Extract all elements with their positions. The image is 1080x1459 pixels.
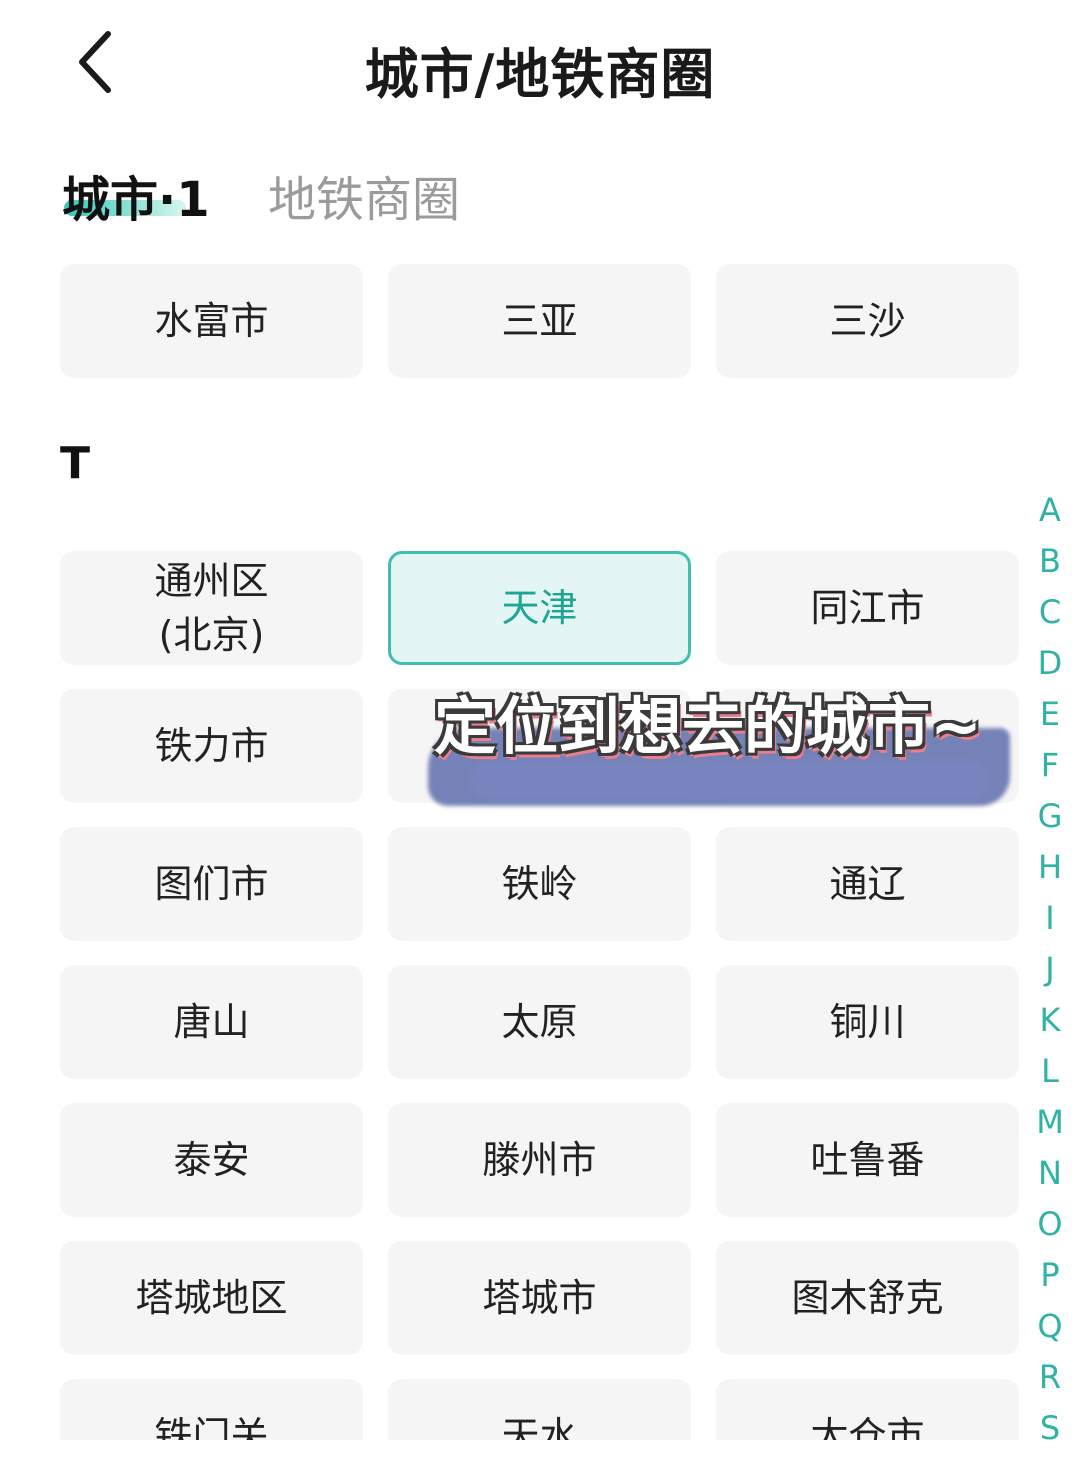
page-title: 城市/地铁商圈: [364, 43, 716, 106]
index-letter[interactable]: F: [1041, 745, 1059, 796]
index-letter[interactable]: B: [1039, 541, 1061, 592]
index-letter[interactable]: D: [1038, 643, 1063, 694]
brush-stroke-overlay: [470, 760, 990, 800]
section-header-letter: T: [60, 438, 91, 489]
header: 城市/地铁商圈: [0, 0, 1080, 130]
city-button[interactable]: 吐鲁番: [716, 1103, 1019, 1217]
index-letter[interactable]: N: [1038, 1153, 1062, 1204]
city-button[interactable]: 塔城市: [388, 1241, 691, 1355]
index-letter[interactable]: C: [1039, 592, 1061, 643]
city-button[interactable]: 塔城地区: [60, 1241, 363, 1355]
tab-city[interactable]: 城市·1: [62, 160, 210, 230]
tab-metro[interactable]: 地铁商圈: [268, 160, 460, 230]
city-button[interactable]: 水富市: [60, 264, 363, 378]
index-letter[interactable]: I: [1045, 898, 1054, 949]
city-button[interactable]: 三沙: [716, 264, 1019, 378]
index-letter[interactable]: H: [1038, 847, 1062, 898]
index-letter[interactable]: E: [1040, 694, 1060, 745]
city-button[interactable]: 同江市: [716, 551, 1019, 665]
city-button[interactable]: 唐山: [60, 965, 363, 1079]
index-letter[interactable]: S: [1040, 1408, 1060, 1459]
city-button[interactable]: 铁岭: [388, 827, 691, 941]
city-button[interactable]: 太原: [388, 965, 691, 1079]
tab-city-label: 城市·1: [62, 172, 210, 228]
city-button[interactable]: 铜川: [716, 965, 1019, 1079]
index-letter[interactable]: O: [1037, 1204, 1062, 1255]
index-letter[interactable]: M: [1036, 1102, 1064, 1153]
city-button[interactable]: 铁门关: [60, 1379, 363, 1440]
city-button[interactable]: 图们市: [60, 827, 363, 941]
city-button[interactable]: 滕州市: [388, 1103, 691, 1217]
city-button[interactable]: 三亚: [388, 264, 691, 378]
city-button[interactable]: 图木舒克: [716, 1241, 1019, 1355]
overlay-caption: 定位到想去的城市~: [434, 690, 982, 763]
alphabet-index-bar[interactable]: ABCDEFGHIJKLMNOPQRS: [1030, 490, 1070, 1459]
city-button[interactable]: 太仓市: [716, 1379, 1019, 1440]
index-letter[interactable]: L: [1041, 1051, 1059, 1102]
index-letter[interactable]: Q: [1037, 1306, 1062, 1357]
index-letter[interactable]: J: [1045, 949, 1054, 1000]
index-letter[interactable]: A: [1039, 490, 1061, 541]
index-letter[interactable]: G: [1038, 796, 1063, 847]
tab-metro-label: 地铁商圈: [268, 172, 461, 228]
city-button[interactable]: 泰安: [60, 1103, 363, 1217]
city-button[interactable]: 通辽: [716, 827, 1019, 941]
index-letter[interactable]: R: [1039, 1357, 1061, 1408]
index-letter[interactable]: K: [1040, 1000, 1061, 1051]
city-button[interactable]: 天水: [388, 1379, 691, 1440]
city-button-selected[interactable]: 天津: [388, 551, 691, 665]
index-letter[interactable]: P: [1040, 1255, 1059, 1306]
city-button[interactable]: 通州区 (北京): [60, 551, 363, 665]
city-button[interactable]: 铁力市: [60, 689, 363, 803]
